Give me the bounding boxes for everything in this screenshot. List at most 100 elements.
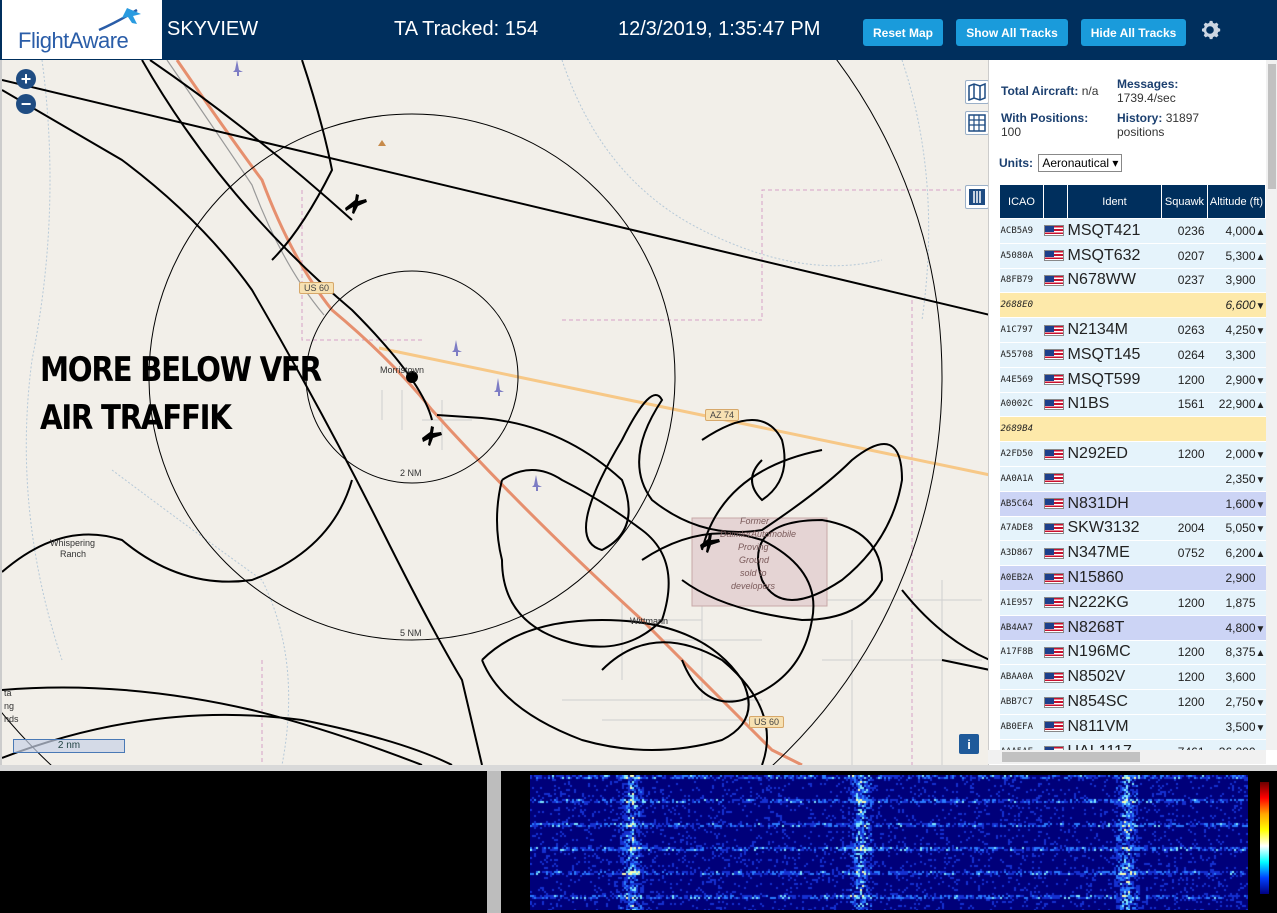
cell-squawk: 0264 (1161, 342, 1208, 368)
table-row[interactable]: AB0EFA N811VM 3,500▼ (999, 714, 1266, 740)
panel-horizontal-scroll-thumb[interactable] (1002, 752, 1140, 762)
col-altitude[interactable]: Altitude (ft) (1207, 184, 1266, 219)
altitude-trend-icon: ▼ (1255, 474, 1266, 486)
table-row[interactable]: ACB5A9 MSQT421 0236 4,000▲ (999, 218, 1266, 244)
table-row[interactable]: A55708 MSQT145 0264 3,300 (999, 342, 1266, 368)
altitude-trend-icon: ▼ (1255, 524, 1266, 536)
table-row[interactable]: A2FD50 N292ED 1200 2,000▼ (999, 441, 1266, 467)
altitude-value: 1,875 (1225, 595, 1256, 610)
columns-toggle-button[interactable] (965, 185, 988, 209)
us-flag-icon (1043, 647, 1064, 659)
cell-icao: AA0A1A (999, 466, 1044, 492)
units-select[interactable]: Aeronautical ▾ (1038, 154, 1123, 172)
grid-toggle-button[interactable] (965, 111, 988, 135)
positions-label: With Positions: (1001, 111, 1089, 125)
altitude-value: 2,350 (1225, 471, 1256, 486)
label-former: Former (740, 516, 769, 526)
total-aircraft-stat: Total Aircraft: n/a (1001, 84, 1098, 98)
table-row[interactable]: A7ADE8 SKW3132 2004 5,050▼ (999, 516, 1266, 542)
cell-flag (1043, 292, 1068, 319)
col-squawk[interactable]: Squawk (1161, 184, 1208, 219)
show-all-tracks-button[interactable]: Show All Tracks (956, 19, 1068, 46)
us-flag-icon (1043, 473, 1064, 485)
cell-flag (1043, 565, 1068, 591)
table-row[interactable]: A17F8B N196MC 1200 8,375▲ (999, 640, 1266, 666)
cell-ident: MSQT599 (1067, 367, 1162, 393)
cell-altitude: 3,600 (1207, 664, 1266, 691)
table-row[interactable]: A5080A MSQT632 0207 5,300▲ (999, 243, 1266, 269)
pane-splitter[interactable] (487, 771, 501, 913)
map-view[interactable]: + − MORE BELOW VFR AIR TRAFFIK Morristow… (0, 60, 988, 765)
hide-all-tracks-button[interactable]: Hide All Tracks (1081, 19, 1186, 46)
table-row[interactable]: A4E569 MSQT599 1200 2,900▼ (999, 367, 1266, 393)
altitude-trend-icon: ▼ (1255, 301, 1266, 313)
zoom-in-button[interactable]: + (16, 69, 36, 89)
flightaware-logo[interactable]: FlightAware (2, 0, 162, 59)
panel-vertical-scroll-thumb[interactable] (1268, 64, 1276, 189)
header-bar: FlightAware SKYVIEW TA Tracked: 154 12/3… (0, 0, 1277, 60)
columns-icon (969, 189, 985, 205)
history-stat: History: 31897 positions (1117, 111, 1199, 139)
label-corner-2: ng (4, 701, 15, 711)
cell-altitude (1207, 416, 1266, 443)
table-row[interactable]: 2689B4 (999, 416, 1266, 443)
scale-bar: 2 nm (13, 739, 125, 753)
cell-squawk (1161, 466, 1208, 492)
altitude-trend-icon: ▲ (1255, 549, 1266, 561)
altitude-value: 8,375 (1225, 645, 1256, 660)
table-row[interactable]: A0002C N1BS 1561 22,900▲ (999, 392, 1266, 418)
table-row[interactable]: 2688E0 6,600▼ (999, 292, 1266, 319)
cell-icao: AB4AA7 (999, 615, 1044, 641)
messages-label: Messages: (1117, 77, 1179, 91)
cell-ident: N854SC (1067, 689, 1162, 715)
table-row[interactable]: ABAA0A N8502V 1200 3,600 (999, 664, 1266, 691)
table-row[interactable]: AA0A1A 2,350▼ (999, 466, 1266, 492)
gear-icon[interactable] (1197, 17, 1223, 43)
label-ground: Ground (739, 555, 770, 565)
cell-ident (1067, 416, 1162, 443)
cell-squawk: 0236 (1161, 218, 1208, 244)
altitude-value: 4,250 (1225, 323, 1256, 338)
cell-icao: ABAA0A (999, 664, 1044, 691)
cell-flag (1043, 466, 1068, 492)
label-whispering: Whispering (50, 538, 96, 548)
annotation-line-2: AIR TRAFFIK (40, 398, 232, 438)
cell-flag (1043, 317, 1068, 343)
table-row[interactable]: A1E957 N222KG 1200 1,875 (999, 590, 1266, 616)
info-button[interactable]: i (959, 734, 979, 754)
reset-map-button[interactable]: Reset Map (863, 19, 943, 46)
cell-icao: 2689B4 (999, 416, 1044, 443)
cell-ident: N347ME (1067, 540, 1162, 567)
cell-icao: A1E957 (999, 590, 1044, 616)
us60-shield-bottom: US 60 (749, 716, 785, 728)
table-row[interactable]: A3D867 N347ME 0752 6,200▲ (999, 540, 1266, 567)
zoom-out-button[interactable]: − (16, 94, 36, 114)
cell-flag (1043, 243, 1068, 269)
cell-ident: MSQT632 (1067, 243, 1162, 269)
col-flag[interactable] (1043, 184, 1068, 219)
clock: 12/3/2019, 1:35:47 PM (618, 18, 821, 40)
table-row[interactable]: AB4AA7 N8268T 4,800▼ (999, 615, 1266, 641)
col-icao[interactable]: ICAO (999, 184, 1044, 219)
cell-flag (1043, 516, 1068, 542)
cell-flag (1043, 416, 1068, 443)
table-row[interactable]: ABB7C7 N854SC 1200 2,750▼ (999, 689, 1266, 715)
map-layers-button[interactable] (965, 80, 988, 104)
cell-flag (1043, 268, 1068, 294)
altitude-trend-icon: ▼ (1255, 698, 1266, 710)
altitude-value: 2,900 (1225, 372, 1256, 387)
table-header-row: ICAO Ident Squawk Altitude (ft) (999, 184, 1266, 219)
aircraft-panel: Total Aircraft: n/a Messages: 1739.4/sec… (988, 60, 1277, 765)
aircraft-table: ICAO Ident Squawk Altitude (ft) ACB5A9 MS… (999, 184, 1266, 765)
messages-value: 1739.4/sec (1117, 91, 1176, 105)
col-ident[interactable]: Ident (1067, 184, 1162, 219)
table-row[interactable]: A1C797 N2134M 0263 4,250▼ (999, 317, 1266, 343)
table-row[interactable]: A8FB79 N678WW 0237 3,900 (999, 268, 1266, 294)
cell-flag (1043, 218, 1068, 244)
table-row[interactable]: A0EB2A N15860 2,900 (999, 565, 1266, 591)
label-corner-1: ta (4, 688, 12, 698)
us-flag-icon (1043, 275, 1064, 287)
table-row[interactable]: AB5C64 N831DH 1,600▼ (999, 491, 1266, 517)
cell-squawk: 1200 (1161, 689, 1208, 715)
cell-altitude: 2,350▼ (1207, 466, 1266, 492)
